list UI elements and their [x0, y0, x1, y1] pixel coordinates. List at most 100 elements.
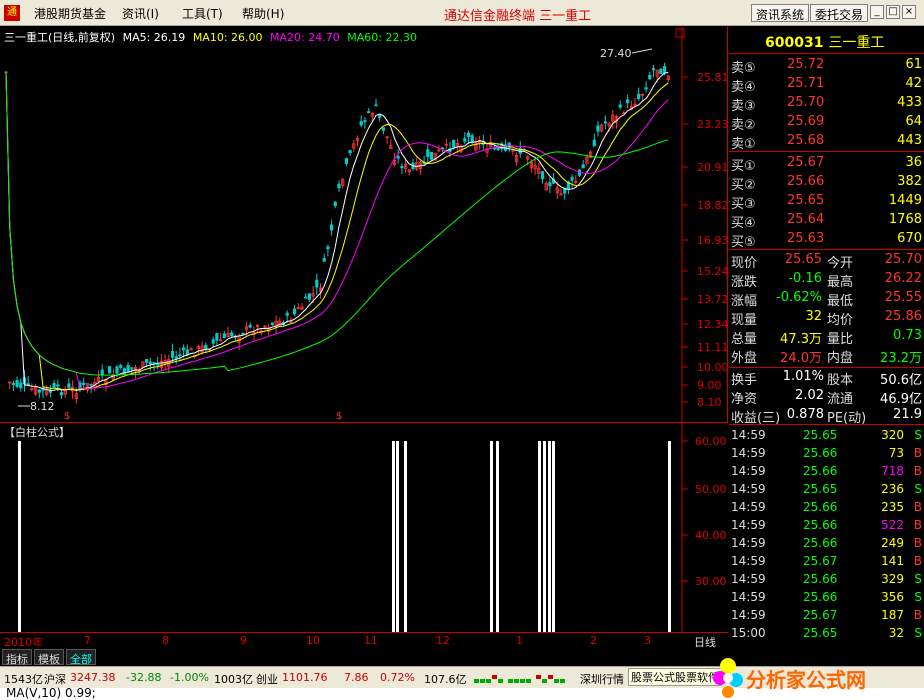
- candle-body: [329, 224, 334, 231]
- tick-row: 14:59 25.66 718 B: [729, 462, 924, 480]
- brand-url: www.88gs.com: [788, 688, 872, 700]
- stat-value: 21.9: [893, 407, 922, 422]
- candle-body: [426, 149, 430, 157]
- candle-body: [618, 104, 622, 108]
- close-icon[interactable]: ×: [902, 5, 916, 19]
- quote-stat-row: 净资 2.02 流通 46.9亿: [729, 387, 924, 407]
- tick-volume: 249: [881, 536, 904, 550]
- stat-value: 0.878: [786, 407, 824, 422]
- trade-button[interactable]: 委托交易: [810, 4, 869, 22]
- candle-body: [348, 150, 352, 154]
- bid-volume: 36: [905, 155, 922, 170]
- market-label[interactable]: 深圳行情: [580, 671, 624, 687]
- tick-row: 14:59 25.65 320 S: [729, 426, 924, 444]
- tick-price: 25.65: [803, 626, 838, 640]
- candle-body: [241, 332, 245, 335]
- tick-time: 14:59: [731, 572, 766, 586]
- candle-body: [56, 384, 60, 387]
- stat-value: 1.01%: [782, 369, 824, 384]
- panel-toggle-icon[interactable]: [675, 28, 685, 38]
- tick-price: 25.66: [803, 500, 838, 514]
- bid-label: 买④: [731, 216, 756, 231]
- minimize-icon[interactable]: _: [870, 5, 884, 19]
- tick-price: 25.65: [803, 482, 838, 496]
- stat-label: 均价: [827, 313, 854, 328]
- stat-label: 换手: [731, 373, 758, 388]
- candle-body: [181, 347, 186, 351]
- candle-body: [52, 383, 56, 388]
- quote-stat-row: 现价 25.65 今开 25.70: [729, 251, 924, 271]
- bid-price: 25.64: [787, 212, 825, 227]
- cy-index-pct: 0.72%: [380, 671, 415, 684]
- menu-bar: 通 港股期货基金 资讯(I) 工具(T) 帮助(H) 通达信金融终端 三一重工 …: [0, 0, 924, 26]
- tab-indicator[interactable]: 指标: [2, 649, 32, 666]
- ask-price: 25.71: [787, 76, 825, 91]
- ask-price: 25.69: [787, 114, 825, 129]
- candle-body: [603, 121, 608, 124]
- tick-time: 14:59: [731, 482, 766, 496]
- tick-row: 14:59 25.67 141 B: [729, 552, 924, 570]
- price-tick-label: 12.34: [697, 318, 728, 331]
- tick-price: 25.65: [803, 428, 838, 442]
- candle-body: [37, 389, 41, 393]
- candle-body: [82, 382, 86, 385]
- candle-body: [178, 354, 182, 357]
- trading-terminal: 通 港股期货基金 资讯(I) 工具(T) 帮助(H) 通达信金融终端 三一重工 …: [0, 0, 924, 700]
- ma20-label: MA20: 24.70: [270, 31, 340, 44]
- menu-news[interactable]: 资讯(I): [122, 5, 159, 22]
- indicator-bar: [496, 441, 499, 633]
- candle-body: [185, 349, 189, 356]
- tick-time: 14:59: [731, 464, 766, 478]
- candle-body: [315, 279, 319, 288]
- tick-price: 25.66: [803, 590, 838, 604]
- bid-row: 买② 25.66 382: [729, 173, 924, 193]
- stock-code: 600031: [765, 35, 824, 51]
- candle-body: [596, 125, 600, 132]
- tick-volume: 73: [888, 446, 904, 460]
- ask-label: 卖②: [731, 118, 756, 133]
- candle-body: [211, 339, 215, 344]
- dividend-marker-icon: $: [64, 411, 70, 422]
- app-icon[interactable]: 通: [4, 5, 20, 21]
- candle-body: [304, 296, 308, 299]
- stat-label: 量比: [827, 332, 854, 347]
- candle-body: [540, 171, 545, 180]
- candle-body: [215, 333, 219, 341]
- sh-index-name[interactable]: 沪深: [44, 671, 66, 687]
- ma5-label: MA5: 26.19: [122, 31, 186, 44]
- ma20-line: [5, 71, 669, 389]
- x-label: 2: [590, 634, 597, 647]
- price-tick-label: 10.00: [697, 361, 728, 374]
- tick-price: 25.66: [803, 446, 838, 460]
- candle-body: [581, 164, 585, 169]
- cy-index-name[interactable]: 创业: [256, 671, 278, 687]
- tick-row: 14:59 25.66 235 B: [729, 498, 924, 516]
- dividend-marker-icon: $: [336, 411, 342, 422]
- stat-label: 最低: [827, 294, 854, 309]
- quote-stat-row: 换手 1.01% 股本 50.6亿: [729, 368, 924, 388]
- kline-chart[interactable]: 25.81 23.23 20.91 18.82 16.93 15.24 13.72 12.34…: [0, 27, 729, 422]
- tick-volume: 320: [881, 428, 904, 442]
- news-system-button[interactable]: 资讯系统: [751, 4, 810, 22]
- price-tick-label: 16.93: [697, 234, 728, 247]
- tab-all[interactable]: 全部: [66, 649, 96, 666]
- indicator-chart[interactable]: 【白柱公式】 60.00 50.00 40.00 30.00: [0, 423, 728, 633]
- price-chart-panel[interactable]: 25.81 23.23 20.91 18.82 16.93 15.24 13.72 12.34…: [0, 27, 729, 422]
- ask-volume: 64: [905, 114, 922, 129]
- tick-row: 15:00 25.65 32 S: [729, 624, 924, 642]
- ask-price: 25.72: [787, 57, 825, 72]
- formula-text: MA(V,10) 0.99;: [6, 686, 96, 700]
- cy-index-value: 1101.76: [282, 671, 328, 684]
- indicator-title[interactable]: 【白柱公式】: [4, 425, 70, 439]
- tick-side: B: [913, 518, 922, 532]
- price-tick-label: 11.11: [697, 341, 728, 354]
- menu-help[interactable]: 帮助(H): [242, 5, 284, 22]
- candle-body: [270, 322, 275, 326]
- stat-label: 涨幅: [731, 294, 758, 309]
- maximize-icon[interactable]: □: [886, 5, 900, 19]
- candle-body: [644, 87, 648, 90]
- tab-template[interactable]: 模板: [34, 649, 64, 666]
- menu-hk-futures[interactable]: 港股期货基金: [34, 5, 106, 22]
- menu-tools[interactable]: 工具(T): [182, 5, 223, 22]
- indicator-panel[interactable]: 【白柱公式】 60.00 50.00 40.00 30.00: [0, 422, 728, 633]
